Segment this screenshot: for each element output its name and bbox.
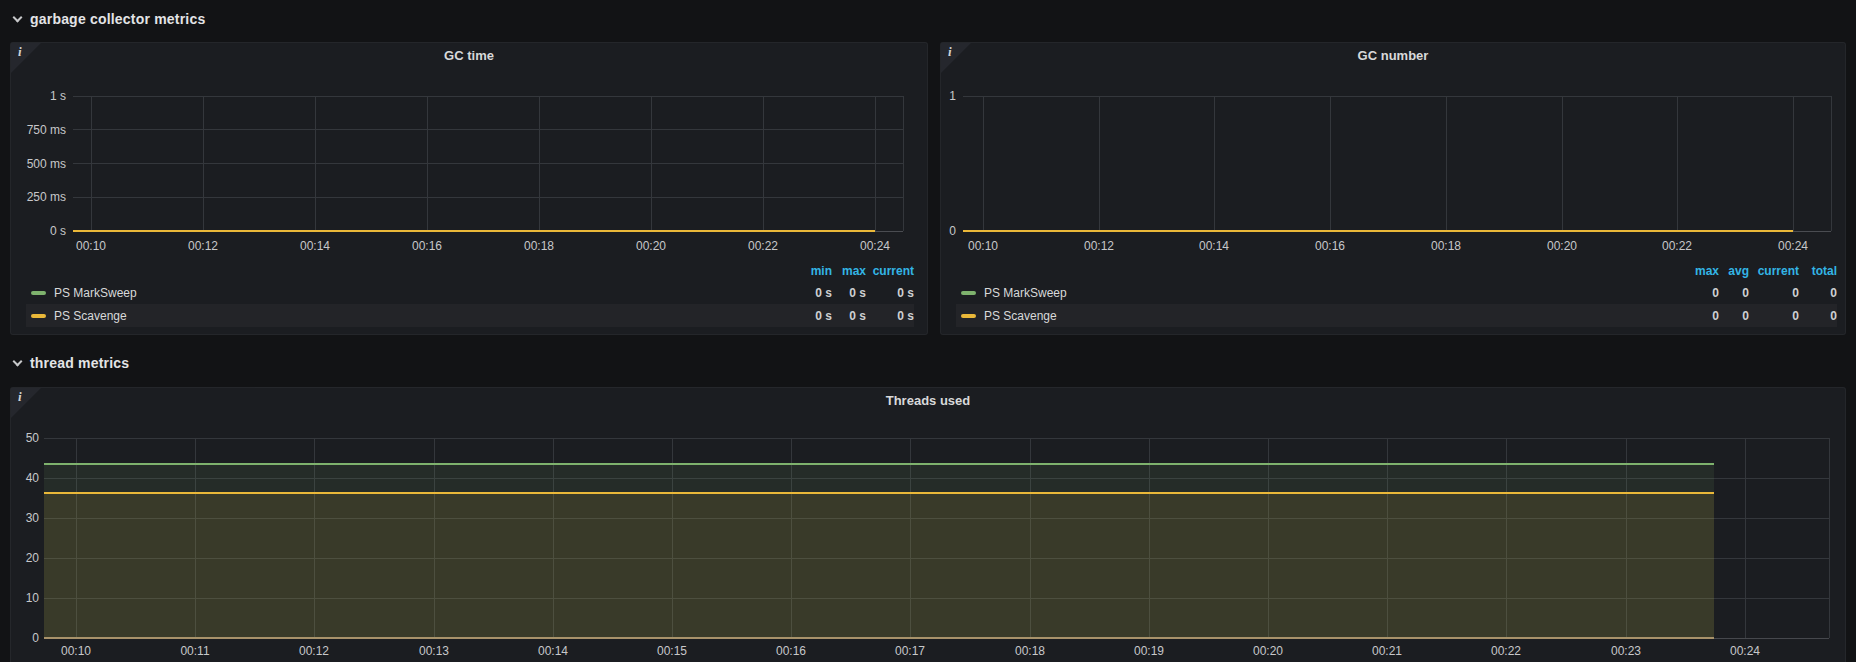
row-header-garbage-collector[interactable]: garbage collector metrics (0, 6, 205, 32)
legend-series-name[interactable]: PS MarkSweep (54, 286, 137, 300)
svg-text:00:24: 00:24 (1778, 239, 1808, 253)
svg-text:00:24: 00:24 (860, 239, 890, 253)
series-color-swatch[interactable] (961, 291, 976, 295)
legend-value: 0 (1799, 281, 1837, 304)
legend-header-current[interactable]: current (866, 261, 914, 281)
legend-value: 0 s (832, 304, 866, 327)
legend-value: 0 (1749, 281, 1799, 304)
svg-text:00:17: 00:17 (895, 644, 925, 658)
svg-text:00:14: 00:14 (1199, 239, 1229, 253)
svg-text:00:16: 00:16 (1315, 239, 1345, 253)
svg-text:00:14: 00:14 (300, 239, 330, 253)
svg-text:00:11: 00:11 (180, 644, 209, 658)
legend-value: 0 (1749, 304, 1799, 327)
svg-text:00:22: 00:22 (748, 239, 778, 253)
legend-header-min[interactable]: min (788, 261, 832, 281)
svg-text:00:13: 00:13 (419, 644, 449, 658)
series-color-swatch[interactable] (31, 291, 46, 295)
gc-time-legend: minmaxcurrentPS MarkSweep0 s0 s0 sPS Sca… (26, 261, 914, 327)
svg-text:00:18: 00:18 (1431, 239, 1461, 253)
legend-value: 0 s (866, 304, 914, 327)
svg-text:0: 0 (949, 224, 956, 238)
legend-series-name[interactable]: PS Scavenge (54, 309, 127, 323)
svg-text:00:24: 00:24 (1730, 644, 1760, 658)
svg-text:00:20: 00:20 (1253, 644, 1283, 658)
legend-value: 0 s (832, 281, 866, 304)
series-color-swatch[interactable] (961, 314, 976, 318)
svg-text:500 ms: 500 ms (27, 157, 66, 171)
svg-text:00:14: 00:14 (538, 644, 568, 658)
legend-row: PS Scavenge0 s0 s0 s (26, 304, 914, 327)
legend-value: 0 s (788, 281, 832, 304)
legend-value: 0 (1679, 304, 1719, 327)
chevron-down-icon (13, 356, 23, 366)
row-title: garbage collector metrics (30, 11, 205, 27)
row-header-thread-metrics[interactable]: thread metrics (0, 350, 129, 376)
svg-text:00:20: 00:20 (636, 239, 666, 253)
svg-text:00:10: 00:10 (968, 239, 998, 253)
legend-header-avg[interactable]: avg (1719, 261, 1749, 281)
svg-text:00:12: 00:12 (188, 239, 218, 253)
svg-text:00:12: 00:12 (1084, 239, 1114, 253)
svg-text:00:22: 00:22 (1491, 644, 1521, 658)
legend-row: PS Scavenge0000 (956, 304, 1837, 327)
legend-row: PS MarkSweep0 s0 s0 s (26, 281, 914, 304)
svg-text:00:21: 00:21 (1372, 644, 1402, 658)
chevron-down-icon (13, 12, 23, 22)
legend-series-name[interactable]: PS MarkSweep (984, 286, 1067, 300)
legend-header-max[interactable]: max (1679, 261, 1719, 281)
svg-text:00:16: 00:16 (776, 644, 806, 658)
svg-text:750 ms: 750 ms (27, 123, 66, 137)
legend-value: 0 (1799, 304, 1837, 327)
svg-text:30: 30 (26, 511, 40, 525)
svg-text:00:23: 00:23 (1611, 644, 1641, 658)
svg-text:1 s: 1 s (50, 89, 66, 103)
legend-value: 0 (1719, 304, 1749, 327)
legend-value: 0 s (788, 304, 832, 327)
legend-value: 0 (1719, 281, 1749, 304)
svg-text:00:10: 00:10 (61, 644, 91, 658)
legend-row: PS MarkSweep0000 (956, 281, 1837, 304)
svg-text:00:20: 00:20 (1547, 239, 1577, 253)
threads-used-chart: 00:10 00:11 00:12 00:13 00:14 00:15 00:16 00:17… (11, 388, 1847, 662)
svg-text:00:10: 00:10 (76, 239, 106, 253)
svg-text:40: 40 (26, 471, 40, 485)
svg-text:0 s: 0 s (50, 224, 66, 238)
series-color-swatch[interactable] (31, 314, 46, 318)
dashboard: garbage collector metrics i GC time 00:1… (0, 0, 1856, 662)
legend-header-total[interactable]: total (1799, 261, 1837, 281)
row-title: thread metrics (30, 355, 129, 371)
svg-text:00:18: 00:18 (1015, 644, 1045, 658)
svg-text:00:16: 00:16 (412, 239, 442, 253)
svg-text:00:18: 00:18 (524, 239, 554, 253)
legend-value: 0 s (866, 281, 914, 304)
svg-text:250 ms: 250 ms (27, 190, 66, 204)
panel-threads-used: i Threads used 00:1000:1100:1200:1300:14… (10, 387, 1846, 662)
legend-header-current[interactable]: current (1749, 261, 1799, 281)
svg-text:0: 0 (32, 631, 39, 645)
svg-text:1: 1 (949, 89, 956, 103)
svg-text:00:19: 00:19 (1134, 644, 1164, 658)
svg-text:20: 20 (26, 551, 40, 565)
legend-series-name[interactable]: PS Scavenge (984, 309, 1057, 323)
legend-header-max[interactable]: max (832, 261, 866, 281)
svg-text:00:12: 00:12 (299, 644, 329, 658)
gc-number-legend: maxavgcurrenttotalPS MarkSweep0000PS Sca… (956, 261, 1837, 327)
svg-text:50: 50 (26, 431, 40, 445)
svg-text:00:15: 00:15 (657, 644, 687, 658)
panel-gc-time: i GC time 00:1000:1200:1400:1600:1800:20… (10, 42, 928, 335)
legend-value: 0 (1679, 281, 1719, 304)
panel-gc-number: i GC number 00:1000:1200:1400:1600:1800:… (940, 42, 1846, 335)
svg-text:10: 10 (26, 591, 40, 605)
svg-text:00:22: 00:22 (1662, 239, 1692, 253)
